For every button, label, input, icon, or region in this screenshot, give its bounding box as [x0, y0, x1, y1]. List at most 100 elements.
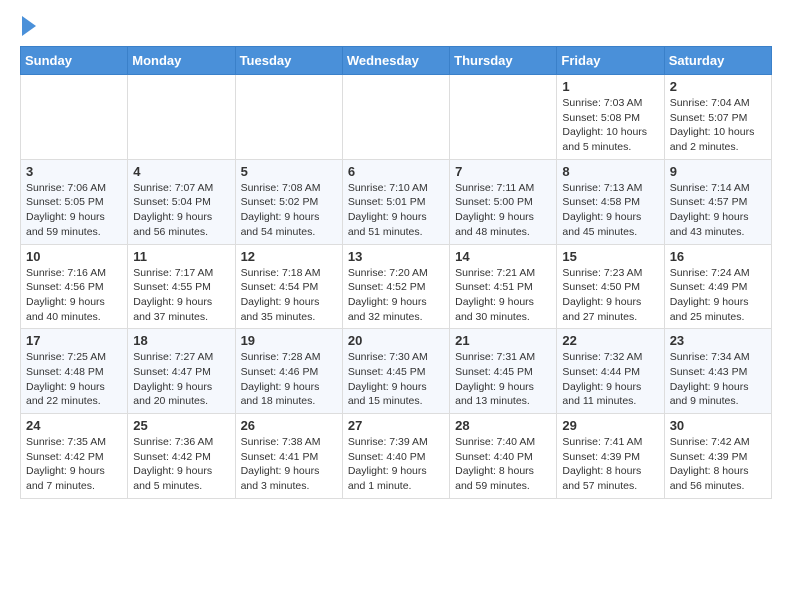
weekday-header-saturday: Saturday [664, 47, 771, 75]
calendar-cell: 18Sunrise: 7:27 AM Sunset: 4:47 PM Dayli… [128, 329, 235, 414]
day-info: Sunrise: 7:07 AM Sunset: 5:04 PM Dayligh… [133, 181, 229, 240]
calendar-cell: 21Sunrise: 7:31 AM Sunset: 4:45 PM Dayli… [450, 329, 557, 414]
logo-arrow-icon [22, 16, 36, 36]
calendar-cell: 20 Sunrise: 7:30 AM Sunset: 4:45 PM Dayli… [342, 329, 449, 414]
calendar-cell: 23 Sunrise: 7:34 AM Sunset: 4:43 PM Dayli… [664, 329, 771, 414]
weekday-header-sunday: Sunday [21, 47, 128, 75]
calendar-week-3: 10 Sunrise: 7:16 AM Sunset: 4:56 PM Dayli… [21, 244, 772, 329]
day-info: Sunrise: 7:18 AM Sunset: 4:54 PM Dayligh… [241, 266, 337, 325]
calendar-cell: 16Sunrise: 7:24 AM Sunset: 4:49 PM Dayli… [664, 244, 771, 329]
calendar-week-5: 24 Sunrise: 7:35 AM Sunset: 4:42 PM Dayli… [21, 414, 772, 499]
day-info: Sunrise: 7:40 AM Sunset: 4:40 PM Dayligh… [455, 435, 551, 494]
day-info: Sunrise: 7:30 AM Sunset: 4:45 PM Dayligh… [348, 350, 444, 409]
calendar-cell: 15 Sunrise: 7:23 AM Sunset: 4:50 PM Dayli… [557, 244, 664, 329]
calendar-cell: 3Sunrise: 7:06 AM Sunset: 5:05 PM Daylig… [21, 159, 128, 244]
calendar-header-row: SundayMondayTuesdayWednesdayThursdayFrid… [21, 47, 772, 75]
calendar-cell: 2 Sunrise: 7:04 AM Sunset: 5:07 PM Daylig… [664, 75, 771, 160]
day-number: 22 [562, 333, 658, 348]
calendar-cell: 17 Sunrise: 7:25 AM Sunset: 4:48 PM Dayli… [21, 329, 128, 414]
day-number: 14 [455, 249, 551, 264]
day-number: 27 [348, 418, 444, 433]
calendar-cell [128, 75, 235, 160]
day-info: Sunrise: 7:23 AM Sunset: 4:50 PM Dayligh… [562, 266, 658, 325]
day-info: Sunrise: 7:13 AM Sunset: 4:58 PM Dayligh… [562, 181, 658, 240]
day-number: 28 [455, 418, 551, 433]
calendar-cell: 22 Sunrise: 7:32 AM Sunset: 4:44 PM Dayli… [557, 329, 664, 414]
calendar-cell: 29Sunrise: 7:41 AM Sunset: 4:39 PM Dayli… [557, 414, 664, 499]
calendar-cell: 6 Sunrise: 7:10 AM Sunset: 5:01 PM Daylig… [342, 159, 449, 244]
calendar-cell: 5Sunrise: 7:08 AM Sunset: 5:02 PM Daylig… [235, 159, 342, 244]
day-number: 3 [26, 164, 122, 179]
calendar-cell: 1 Sunrise: 7:03 AM Sunset: 5:08 PM Daylig… [557, 75, 664, 160]
day-info: Sunrise: 7:42 AM Sunset: 4:39 PM Dayligh… [670, 435, 766, 494]
calendar-week-4: 17 Sunrise: 7:25 AM Sunset: 4:48 PM Dayli… [21, 329, 772, 414]
weekday-header-thursday: Thursday [450, 47, 557, 75]
calendar-cell [235, 75, 342, 160]
day-number: 6 [348, 164, 444, 179]
calendar-cell: 25Sunrise: 7:36 AM Sunset: 4:42 PM Dayli… [128, 414, 235, 499]
calendar-cell: 8 Sunrise: 7:13 AM Sunset: 4:58 PM Daylig… [557, 159, 664, 244]
calendar-cell [450, 75, 557, 160]
calendar-cell: 7 Sunrise: 7:11 AM Sunset: 5:00 PM Daylig… [450, 159, 557, 244]
weekday-header-monday: Monday [128, 47, 235, 75]
calendar-cell: 19Sunrise: 7:28 AM Sunset: 4:46 PM Dayli… [235, 329, 342, 414]
day-info: Sunrise: 7:16 AM Sunset: 4:56 PM Dayligh… [26, 266, 122, 325]
logo [20, 16, 36, 38]
day-number: 7 [455, 164, 551, 179]
day-number: 26 [241, 418, 337, 433]
calendar-cell: 4Sunrise: 7:07 AM Sunset: 5:04 PM Daylig… [128, 159, 235, 244]
calendar-cell: 28 Sunrise: 7:40 AM Sunset: 4:40 PM Dayli… [450, 414, 557, 499]
day-number: 11 [133, 249, 229, 264]
day-info: Sunrise: 7:34 AM Sunset: 4:43 PM Dayligh… [670, 350, 766, 409]
day-info: Sunrise: 7:21 AM Sunset: 4:51 PM Dayligh… [455, 266, 551, 325]
day-number: 23 [670, 333, 766, 348]
day-number: 24 [26, 418, 122, 433]
day-info: Sunrise: 7:14 AM Sunset: 4:57 PM Dayligh… [670, 181, 766, 240]
day-info: Sunrise: 7:20 AM Sunset: 4:52 PM Dayligh… [348, 266, 444, 325]
logo-text [20, 16, 36, 38]
calendar-cell [342, 75, 449, 160]
calendar-cell: 10 Sunrise: 7:16 AM Sunset: 4:56 PM Dayli… [21, 244, 128, 329]
calendar-cell: 12 Sunrise: 7:18 AM Sunset: 4:54 PM Dayli… [235, 244, 342, 329]
calendar-cell: 13Sunrise: 7:20 AM Sunset: 4:52 PM Dayli… [342, 244, 449, 329]
day-number: 29 [562, 418, 658, 433]
day-info: Sunrise: 7:25 AM Sunset: 4:48 PM Dayligh… [26, 350, 122, 409]
day-info: Sunrise: 7:10 AM Sunset: 5:01 PM Dayligh… [348, 181, 444, 240]
day-number: 21 [455, 333, 551, 348]
day-info: Sunrise: 7:08 AM Sunset: 5:02 PM Dayligh… [241, 181, 337, 240]
day-info: Sunrise: 7:11 AM Sunset: 5:00 PM Dayligh… [455, 181, 551, 240]
day-number: 10 [26, 249, 122, 264]
page: SundayMondayTuesdayWednesdayThursdayFrid… [0, 0, 792, 509]
calendar-table: SundayMondayTuesdayWednesdayThursdayFrid… [20, 46, 772, 499]
calendar-cell: 11Sunrise: 7:17 AM Sunset: 4:55 PM Dayli… [128, 244, 235, 329]
day-number: 16 [670, 249, 766, 264]
day-number: 20 [348, 333, 444, 348]
day-number: 8 [562, 164, 658, 179]
header [20, 16, 772, 38]
calendar-cell: 26 Sunrise: 7:38 AM Sunset: 4:41 PM Dayli… [235, 414, 342, 499]
day-info: Sunrise: 7:28 AM Sunset: 4:46 PM Dayligh… [241, 350, 337, 409]
day-number: 1 [562, 79, 658, 94]
day-number: 12 [241, 249, 337, 264]
day-info: Sunrise: 7:04 AM Sunset: 5:07 PM Dayligh… [670, 96, 766, 155]
calendar-cell [21, 75, 128, 160]
day-number: 2 [670, 79, 766, 94]
calendar-cell: 14 Sunrise: 7:21 AM Sunset: 4:51 PM Dayli… [450, 244, 557, 329]
weekday-header-wednesday: Wednesday [342, 47, 449, 75]
day-info: Sunrise: 7:32 AM Sunset: 4:44 PM Dayligh… [562, 350, 658, 409]
day-info: Sunrise: 7:38 AM Sunset: 4:41 PM Dayligh… [241, 435, 337, 494]
weekday-header-tuesday: Tuesday [235, 47, 342, 75]
calendar-cell: 27Sunrise: 7:39 AM Sunset: 4:40 PM Dayli… [342, 414, 449, 499]
day-number: 9 [670, 164, 766, 179]
calendar-cell: 9 Sunrise: 7:14 AM Sunset: 4:57 PM Daylig… [664, 159, 771, 244]
weekday-header-friday: Friday [557, 47, 664, 75]
day-number: 15 [562, 249, 658, 264]
day-number: 17 [26, 333, 122, 348]
calendar-cell: 24 Sunrise: 7:35 AM Sunset: 4:42 PM Dayli… [21, 414, 128, 499]
day-number: 30 [670, 418, 766, 433]
day-info: Sunrise: 7:36 AM Sunset: 4:42 PM Dayligh… [133, 435, 229, 494]
day-info: Sunrise: 7:03 AM Sunset: 5:08 PM Dayligh… [562, 96, 658, 155]
day-info: Sunrise: 7:35 AM Sunset: 4:42 PM Dayligh… [26, 435, 122, 494]
day-number: 18 [133, 333, 229, 348]
calendar-week-1: 1 Sunrise: 7:03 AM Sunset: 5:08 PM Daylig… [21, 75, 772, 160]
